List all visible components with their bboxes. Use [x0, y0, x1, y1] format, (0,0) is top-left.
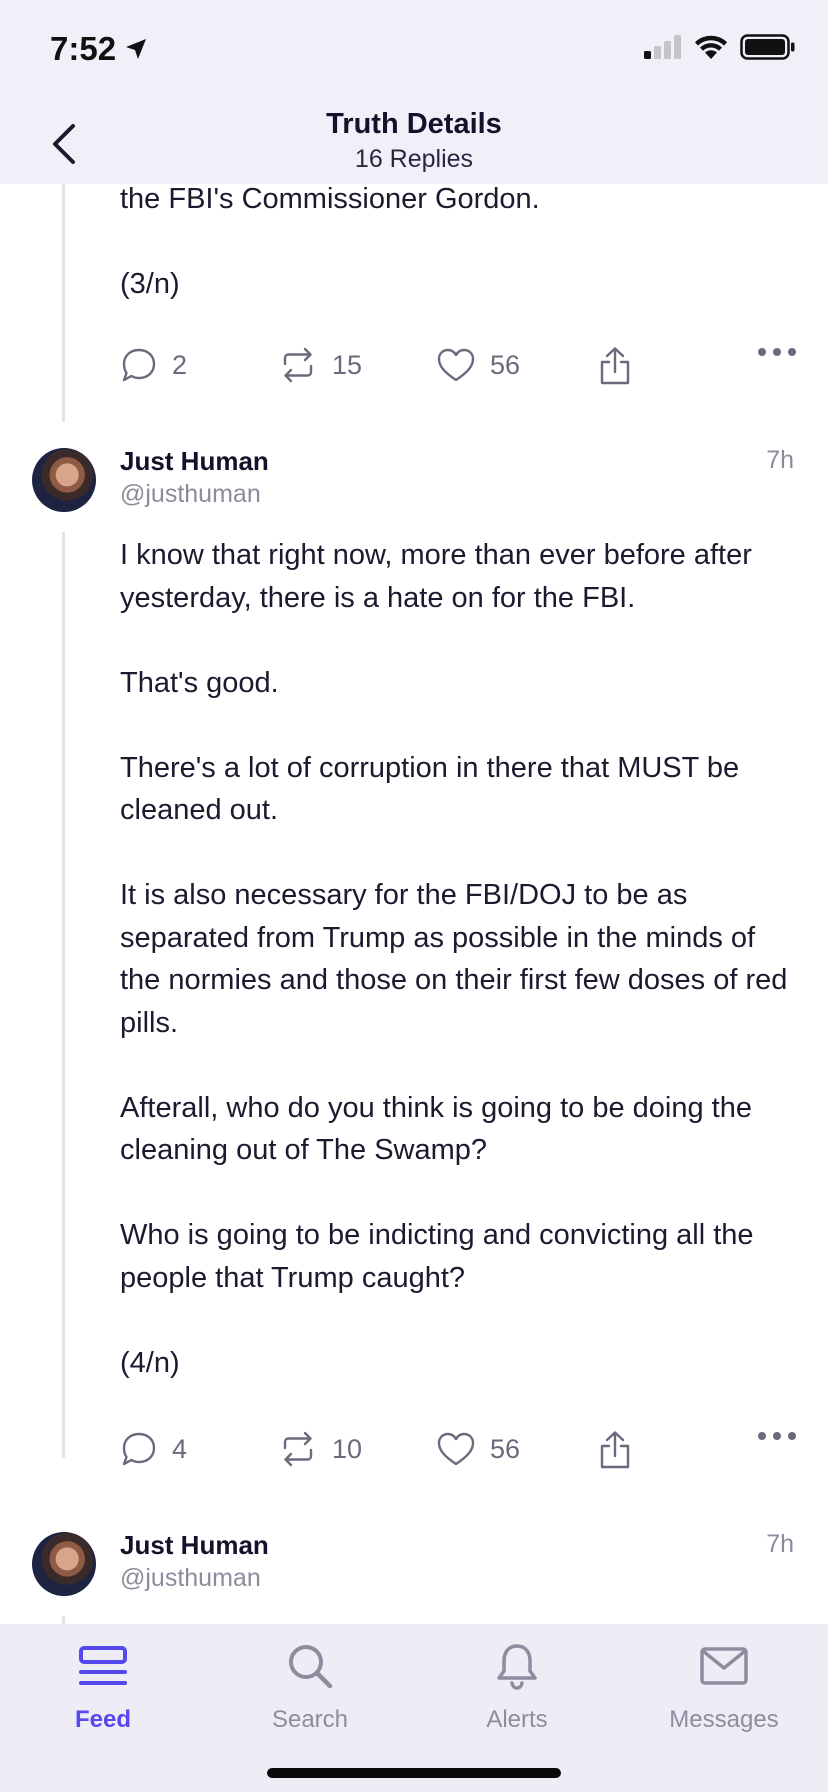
post-paragraph: Afterall, who do you think is going to b… [120, 1091, 752, 1167]
retruth-button[interactable]: 10 [278, 1430, 362, 1468]
thread-connector-line [62, 1616, 65, 1624]
retruth-icon [283, 347, 313, 383]
reply-button[interactable]: 4 [120, 1430, 187, 1468]
post-body[interactable]: the FBI's Commissioner Gordon. (3/n) [120, 184, 800, 306]
reply-icon [122, 1432, 156, 1466]
tab-messages[interactable]: Messages [634, 1638, 814, 1734]
bottom-tab-bar: Feed Search Alerts Messages [0, 1624, 828, 1792]
heart-icon [437, 1432, 475, 1466]
home-indicator[interactable] [267, 1768, 561, 1778]
post-paragraph: There's a lot of corruption in there tha… [120, 751, 740, 827]
battery-icon [740, 34, 795, 60]
like-count: 56 [490, 349, 521, 380]
more-options-button[interactable] [756, 1430, 798, 1442]
thread-connector-line [62, 532, 65, 1458]
tab-search-label: Search [271, 1706, 349, 1733]
share-button[interactable] [598, 346, 632, 386]
retruth-button[interactable]: 15 [278, 346, 362, 384]
navigation-header: Truth Details 16 Replies [0, 100, 828, 184]
status-icons [644, 34, 796, 60]
status-time: 7:52 [50, 30, 148, 68]
post-paragraph: That's good. [120, 666, 279, 699]
post-body[interactable]: I know that right now, more than ever be… [120, 534, 800, 1384]
author-handle[interactable]: @justhuman [120, 480, 261, 509]
like-count: 56 [490, 1433, 521, 1464]
status-bar: 7:52 [0, 0, 828, 100]
tab-feed-label: Feed [74, 1706, 131, 1733]
feed-icon [79, 1646, 127, 1685]
author-name[interactable]: Just Human [120, 446, 269, 477]
avatar[interactable] [32, 448, 96, 512]
more-options-button[interactable] [756, 346, 798, 358]
cellular-signal-icon [644, 35, 681, 59]
author-name[interactable]: Just Human [120, 1530, 269, 1561]
post-paragraph: It is also necessary for the FBI/DOJ to … [120, 879, 788, 1039]
share-icon [600, 347, 630, 385]
share-icon [600, 1431, 630, 1469]
post-paragraph: (4/n) [120, 1346, 180, 1379]
reply-count: 4 [172, 1433, 188, 1464]
search-icon [289, 1645, 333, 1689]
retruth-icon [283, 1431, 313, 1467]
tab-alerts[interactable]: Alerts [427, 1638, 607, 1734]
author-handle[interactable]: @justhuman [120, 1564, 261, 1593]
page-title: Truth Details [326, 108, 502, 140]
reply-count: 2 [172, 349, 188, 380]
reply-count: 16 Replies [354, 145, 474, 173]
post-paragraph: (3/n) [120, 268, 180, 300]
tab-search[interactable]: Search [220, 1638, 400, 1734]
heart-icon [437, 348, 475, 382]
thread-feed[interactable]: the FBI's Commissioner Gordon. (3/n) 2 1… [0, 184, 828, 1624]
reply-icon [122, 348, 156, 382]
tab-alerts-label: Alerts [486, 1706, 548, 1733]
post-timestamp: 7h [766, 446, 794, 474]
reply-button[interactable]: 2 [120, 346, 187, 384]
tab-feed[interactable]: Feed [13, 1638, 193, 1734]
location-arrow-icon [126, 39, 147, 59]
more-dots-icon [758, 348, 796, 356]
wifi-icon [695, 35, 727, 59]
post-paragraph: I know that right now, more than ever be… [120, 539, 752, 614]
post-actions: 4 10 56 [120, 1430, 798, 1478]
avatar[interactable] [32, 1532, 96, 1596]
post-paragraph: the FBI's Commissioner Gordon. [120, 184, 540, 215]
post-actions: 2 15 56 [120, 346, 798, 394]
like-button[interactable]: 56 [436, 1430, 520, 1468]
bell-icon [497, 1644, 537, 1690]
thread-connector-line [62, 184, 65, 422]
share-button[interactable] [598, 1430, 632, 1470]
retruth-count: 10 [332, 1433, 363, 1464]
clock-text: 7:52 [50, 30, 117, 67]
post-paragraph: Who is going to be indicting and convict… [120, 1219, 754, 1294]
post-timestamp: 7h [766, 1530, 794, 1558]
more-dots-icon [758, 1432, 796, 1440]
tab-messages-label: Messages [669, 1706, 779, 1733]
retruth-count: 15 [332, 349, 363, 380]
envelope-icon [700, 1647, 748, 1685]
like-button[interactable]: 56 [436, 346, 520, 384]
